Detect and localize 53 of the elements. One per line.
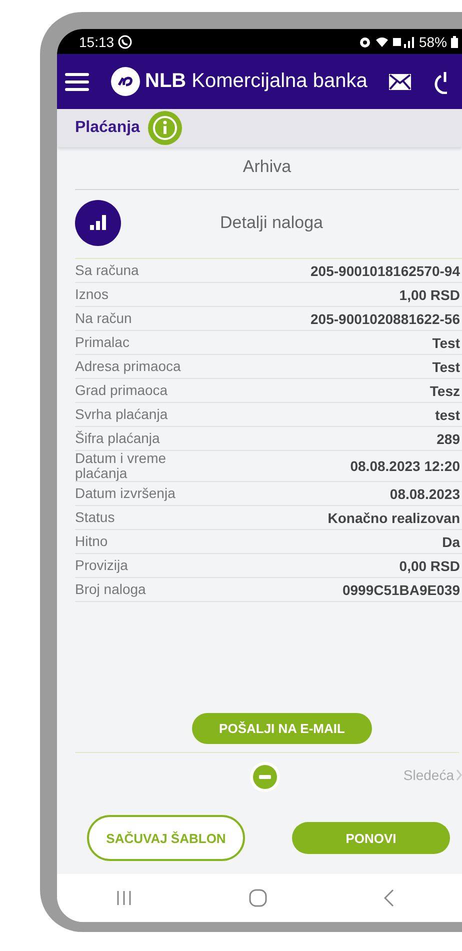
- detail-label: Šifra plaćanja: [75, 431, 161, 446]
- home-icon[interactable]: [248, 889, 266, 907]
- bank-name: NLB Komercijalna banka: [145, 70, 368, 93]
- detail-value: 1,00 RSD: [399, 286, 460, 302]
- detail-value: 0999C51BA9E039: [342, 582, 460, 598]
- menu-icon[interactable]: [65, 72, 89, 92]
- detail-value: Konačno realizovan: [328, 510, 460, 526]
- status-time: 15:13: [79, 34, 114, 50]
- alarm-icon: [358, 36, 371, 48]
- phone-icon: [118, 34, 132, 48]
- send-email-button[interactable]: POŠALJI NA E-MAIL: [192, 713, 372, 744]
- archive-title: Arhiva: [75, 147, 459, 190]
- detail-value: 205-9001020881622-56: [310, 310, 460, 326]
- detail-label: Provizija: [75, 558, 129, 573]
- detail-value: Test: [432, 334, 460, 350]
- battery-percent: 58%: [418, 34, 447, 50]
- info-icon[interactable]: [148, 111, 182, 145]
- repeat-button[interactable]: PONOVI: [292, 822, 450, 854]
- logo-icon: [111, 67, 140, 96]
- detail-label: Grad primaoca: [75, 383, 169, 398]
- detail-value: Da: [442, 534, 460, 550]
- detail-value: test: [435, 406, 460, 422]
- detail-value: 08.08.2023: [390, 486, 460, 502]
- detail-value: Tesz: [430, 382, 460, 398]
- signal-icon: [392, 36, 415, 48]
- mail-icon[interactable]: [389, 74, 412, 90]
- detail-label: Hitno: [75, 534, 109, 549]
- detail-label: Primalac: [75, 335, 130, 350]
- section-title: Plaćanja: [75, 119, 140, 137]
- detail-label: Status: [75, 510, 116, 525]
- back-icon[interactable]: [384, 889, 394, 907]
- detail-value: Test: [432, 358, 460, 374]
- battery-icon: [451, 36, 458, 48]
- detail-label: Broj naloga: [75, 582, 147, 597]
- detail-label: Datum i vreme plaćanja: [75, 451, 168, 481]
- detail-label: Svrha plaćanja: [75, 407, 169, 422]
- power-icon[interactable]: [433, 70, 448, 94]
- chart-icon: [75, 200, 121, 246]
- detail-label: Adresa primaoca: [75, 359, 182, 374]
- minus-icon[interactable]: [250, 762, 280, 792]
- next-link[interactable]: Sledeća: [403, 767, 456, 783]
- detail-label: Iznos: [75, 287, 110, 302]
- detail-label: Na račun: [75, 311, 133, 326]
- recent-apps-icon[interactable]: [116, 890, 132, 906]
- detail-value: 08.08.2023 12:20: [350, 458, 460, 474]
- wifi-icon: [374, 36, 389, 48]
- detail-label: Datum izvršenja: [75, 486, 176, 501]
- details-title: Detalji naloga: [218, 213, 324, 233]
- detail-label: Sa računa: [75, 263, 140, 278]
- save-template-button[interactable]: SAČUVAJ ŠABLON: [87, 815, 245, 861]
- detail-value: 205-9001018162570-94: [310, 262, 460, 278]
- detail-value: 0,00 RSD: [399, 558, 460, 574]
- detail-value: 289: [436, 430, 460, 446]
